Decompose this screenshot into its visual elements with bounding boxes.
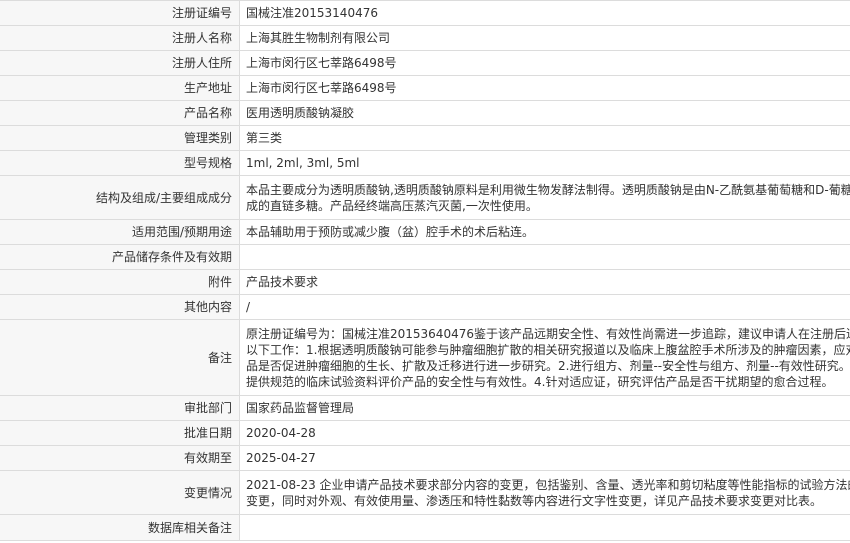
field-label: 型号规格	[0, 150, 240, 176]
table-row: 其他内容 /	[0, 294, 850, 320]
table-row: 产品储存条件及有效期	[0, 244, 850, 270]
table-row: 管理类别 第三类	[0, 125, 850, 151]
field-value: /	[239, 294, 850, 320]
table-row: 有效期至 2025-04-27	[0, 445, 850, 471]
field-value	[239, 514, 850, 541]
table-row: 结构及组成/主要组成成分 本品主要成分为透明质酸钠,透明质酸钠原料是利用微生物发…	[0, 175, 850, 220]
field-label: 审批部门	[0, 395, 240, 421]
field-value: 第三类	[239, 125, 850, 151]
field-value: 国家药品监督管理局	[239, 395, 850, 421]
table-row: 批准日期 2020-04-28	[0, 420, 850, 446]
field-value: 2025-04-27	[239, 445, 850, 471]
field-label: 批准日期	[0, 420, 240, 446]
field-label: 注册证编号	[0, 0, 240, 26]
field-value: 上海市闵行区七莘路6498号	[239, 75, 850, 101]
field-value: 本品主要成分为透明质酸钠,透明质酸钠原料是利用微生物发酵法制得。透明质酸钠是由N…	[246, 182, 850, 213]
field-label: 其他内容	[0, 294, 240, 320]
field-label: 数据库相关备注	[0, 514, 240, 541]
field-value: 2021-08-23 企业申请产品技术要求部分内容的变更，包括鉴别、含量、透光率…	[246, 477, 850, 508]
table-row: 型号规格 1ml, 2ml, 3ml, 5ml	[0, 150, 850, 176]
field-value: 本品辅助用于预防或减少腹（盆）腔手术的术后粘连。	[239, 219, 850, 245]
table-row: 注册证编号 国械注准20153140476	[0, 0, 850, 26]
field-value: 上海其胜生物制剂有限公司	[239, 25, 850, 51]
field-label: 产品名称	[0, 100, 240, 126]
table-row: 备注 原注册证编号为：国械注准20153640476鉴于该产品远期安全性、有效性…	[0, 319, 850, 396]
field-label: 备注	[0, 319, 240, 396]
table-row: 产品名称 医用透明质酸钠凝胶	[0, 100, 850, 126]
field-value: 原注册证编号为：国械注准20153640476鉴于该产品远期安全性、有效性尚需进…	[246, 326, 850, 389]
table-row: 附件 产品技术要求	[0, 269, 850, 295]
field-label: 产品储存条件及有效期	[0, 244, 240, 270]
field-value: 医用透明质酸钠凝胶	[239, 100, 850, 126]
table-row: 注册人名称 上海其胜生物制剂有限公司	[0, 25, 850, 51]
field-label: 有效期至	[0, 445, 240, 471]
field-label: 生产地址	[0, 75, 240, 101]
field-value: 产品技术要求	[239, 269, 850, 295]
table-row: 审批部门 国家药品监督管理局	[0, 395, 850, 421]
field-label: 附件	[0, 269, 240, 295]
table-row: 数据库相关备注	[0, 514, 850, 541]
field-label: 适用范围/预期用途	[0, 219, 240, 245]
field-value: 1ml, 2ml, 3ml, 5ml	[239, 150, 850, 176]
field-label: 管理类别	[0, 125, 240, 151]
field-value: 上海市闵行区七莘路6498号	[239, 50, 850, 76]
field-value: 2020-04-28	[239, 420, 850, 446]
table-row: 适用范围/预期用途 本品辅助用于预防或减少腹（盆）腔手术的术后粘连。	[0, 219, 850, 245]
field-value: 国械注准20153140476	[239, 0, 850, 26]
table-row: 生产地址 上海市闵行区七莘路6498号	[0, 75, 850, 101]
field-label: 注册人住所	[0, 50, 240, 76]
table-row: 变更情况 2021-08-23 企业申请产品技术要求部分内容的变更，包括鉴别、含…	[0, 470, 850, 515]
field-label: 结构及组成/主要组成成分	[0, 175, 240, 220]
table-row: 注册人住所 上海市闵行区七莘路6498号	[0, 50, 850, 76]
field-label: 注册人名称	[0, 25, 240, 51]
field-value	[239, 244, 850, 270]
registration-detail-table: 注册证编号 国械注准20153140476 注册人名称 上海其胜生物制剂有限公司…	[0, 0, 850, 541]
field-label: 变更情况	[0, 470, 240, 515]
